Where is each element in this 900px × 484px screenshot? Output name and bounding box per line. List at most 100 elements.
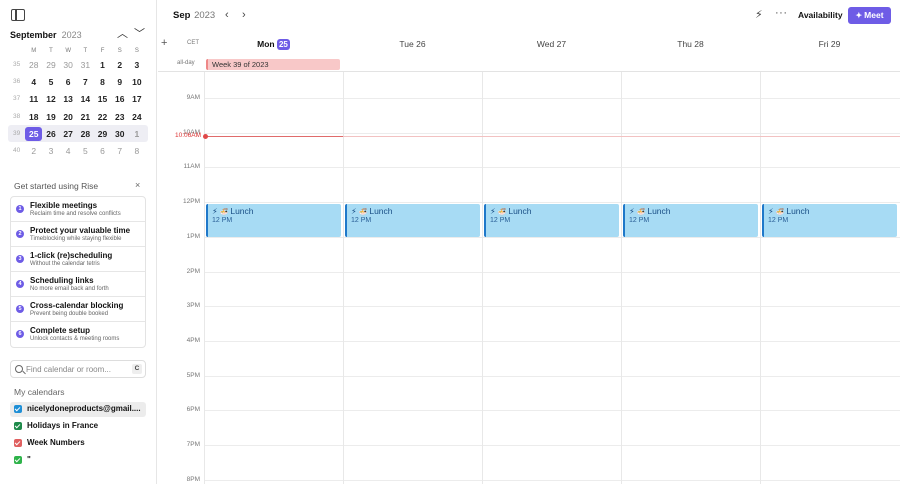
mini-calendar-day[interactable]: 4: [60, 144, 77, 158]
meet-button[interactable]: ✦ Meet: [848, 7, 891, 24]
event-block[interactable]: ⚡︎ 🍜 Lunch 12 PM: [762, 204, 897, 238]
mini-calendar-day[interactable]: 23: [111, 110, 128, 124]
week-number-event[interactable]: Week 39 of 2023: [206, 59, 340, 70]
close-icon[interactable]: ×: [135, 180, 140, 190]
mini-calendar-day[interactable]: 25: [25, 126, 43, 141]
event-title-row: ⚡︎ 🍜 Lunch: [490, 206, 615, 216]
mini-calendar-day[interactable]: 7: [77, 75, 94, 89]
time-grid[interactable]: 9AM 10AM 11AM 12PM 1PM 2PM 3PM 4PM 5PM 6PM 7PM 8PM 1…: [158, 72, 900, 484]
mini-calendar-day[interactable]: 7: [111, 144, 128, 158]
step-subtitle: Timeblocking while staying flexible: [30, 236, 122, 242]
mini-calendar-day[interactable]: 15: [94, 92, 111, 106]
chevron-down-icon[interactable]: ﹀: [134, 28, 145, 40]
mini-calendar-day[interactable]: 16: [111, 92, 128, 106]
getting-started-item[interactable]: 3 1-click (re)scheduling Without the calen…: [11, 247, 145, 272]
mini-calendar-day[interactable]: 20: [60, 110, 77, 124]
availability-button[interactable]: Availability: [798, 10, 843, 20]
mini-calendar-day[interactable]: 6: [94, 144, 111, 158]
getting-started-item[interactable]: 4 Scheduling links No more email back and …: [11, 272, 145, 297]
event-block[interactable]: ⚡︎ 🍜 Lunch 12 PM: [484, 204, 619, 238]
mini-calendar-day[interactable]: 22: [94, 110, 111, 124]
day-header[interactable]: Thu 28: [621, 32, 760, 56]
day-column-divider: [621, 72, 622, 484]
step-title: Complete setup: [30, 326, 91, 335]
event-title-row: ⚡︎ 🍜 Lunch: [768, 206, 893, 216]
step-title: Flexible meetings: [30, 201, 98, 210]
event-block[interactable]: ⚡︎ 🍜 Lunch 12 PM: [206, 204, 341, 238]
mini-calendar-day[interactable]: 31: [77, 58, 94, 72]
event-title: Lunch: [786, 206, 810, 217]
mini-calendar-day[interactable]: 18: [25, 110, 42, 124]
getting-started-item[interactable]: 1 Flexible meetings Reclaim time and resol…: [11, 197, 145, 222]
mini-calendar-day[interactable]: 2: [111, 58, 128, 72]
getting-started-item[interactable]: 5 Cross-calendar blocking Prevent being do…: [11, 297, 145, 322]
mini-calendar-day[interactable]: 30: [60, 58, 77, 72]
mini-calendar-day[interactable]: 13: [60, 92, 77, 106]
mini-calendar-day[interactable]: 2: [25, 144, 42, 158]
more-options-button[interactable]: ···: [775, 7, 788, 19]
checkbox-icon[interactable]: [14, 439, 22, 447]
add-icon[interactable]: +: [161, 37, 167, 49]
mini-calendar-day[interactable]: 11: [25, 92, 42, 106]
mini-calendar-week: 38 18 19 20 21 22 23 24: [8, 108, 148, 125]
bolt-icon[interactable]: ⚡︎: [755, 8, 763, 21]
mini-calendar-day[interactable]: 1: [94, 58, 111, 72]
hour-label: 1PM: [186, 232, 200, 240]
getting-started-item[interactable]: 6 Complete setup Unlock contacts & meeting…: [11, 322, 145, 347]
mini-calendar-day[interactable]: 27: [60, 127, 77, 141]
chevron-up-icon[interactable]: ︿: [117, 28, 128, 40]
mini-calendar-day[interactable]: 8: [128, 144, 145, 158]
week-calendar: + CET Mon 25 Tue 26 Wed 27 Thu 28 Fri 29 all…: [158, 32, 900, 484]
event-time: 12 PM: [351, 217, 372, 225]
day-header[interactable]: Tue 26: [343, 32, 482, 56]
event-block[interactable]: ⚡︎ 🍜 Lunch 12 PM: [345, 204, 480, 238]
checkbox-icon[interactable]: [14, 456, 22, 464]
mini-calendar-day[interactable]: 9: [111, 75, 128, 89]
day-header[interactable]: Wed 27: [482, 32, 621, 56]
mini-calendar-day[interactable]: 3: [128, 58, 145, 72]
day-header[interactable]: Mon 25: [204, 32, 343, 56]
day-number: 26: [416, 39, 426, 49]
mini-calendar-day[interactable]: 8: [94, 75, 111, 89]
mini-calendar-day[interactable]: 19: [42, 110, 59, 124]
mini-calendar-day[interactable]: 26: [42, 127, 59, 141]
mini-calendar-day[interactable]: 30: [111, 127, 128, 141]
calendar-item[interactable]: ": [10, 453, 146, 468]
next-week-button[interactable]: ›: [242, 9, 246, 21]
hour-line: [204, 306, 900, 308]
mini-calendar-week: 36 4 5 6 7 8 9 10: [8, 73, 148, 90]
mini-calendar-day[interactable]: 4: [25, 75, 42, 89]
prev-week-button[interactable]: ‹: [225, 9, 229, 21]
day-header[interactable]: Fri 29: [760, 32, 899, 56]
mini-calendar-day[interactable]: 28: [25, 58, 42, 72]
calendar-item[interactable]: nicelydoneproducts@gmail....: [10, 402, 146, 417]
mini-calendar-day[interactable]: 5: [42, 75, 59, 89]
checkbox-icon[interactable]: [14, 405, 22, 413]
mini-calendar-day[interactable]: 6: [60, 75, 77, 89]
mini-calendar-day[interactable]: 14: [77, 92, 94, 106]
mini-calendar-day[interactable]: 1: [128, 127, 145, 141]
mini-calendar-day[interactable]: 24: [128, 110, 145, 124]
calendar-item[interactable]: Week Numbers: [10, 436, 146, 451]
mini-calendar-day[interactable]: 29: [42, 58, 59, 72]
weekday-label: F: [100, 48, 105, 54]
mini-calendar-day[interactable]: 10: [128, 75, 145, 89]
sidebar-toggle-icon[interactable]: [11, 9, 25, 21]
week-number: 37: [12, 95, 21, 103]
sparkle-icon: ✦: [855, 11, 863, 20]
time-gutter-header: + CET: [158, 32, 204, 56]
checkbox-icon[interactable]: [14, 422, 22, 430]
current-month: Sep 2023: [173, 10, 215, 21]
mini-calendar-day[interactable]: 28: [77, 127, 94, 141]
event-block[interactable]: ⚡︎ 🍜 Lunch 12 PM: [623, 204, 758, 238]
find-calendar-input[interactable]: [26, 363, 126, 375]
mini-calendar-day[interactable]: 21: [77, 110, 94, 124]
mini-calendar-day[interactable]: 5: [77, 144, 94, 158]
event-time: 12 PM: [490, 217, 511, 225]
mini-calendar-day[interactable]: 12: [42, 92, 59, 106]
mini-calendar-day[interactable]: 17: [128, 92, 145, 106]
mini-calendar-day[interactable]: 29: [94, 127, 111, 141]
getting-started-item[interactable]: 2 Protect your valuable time Timeblocking …: [11, 222, 145, 247]
mini-calendar-day[interactable]: 3: [42, 144, 59, 158]
calendar-item[interactable]: Holidays in France: [10, 419, 146, 434]
